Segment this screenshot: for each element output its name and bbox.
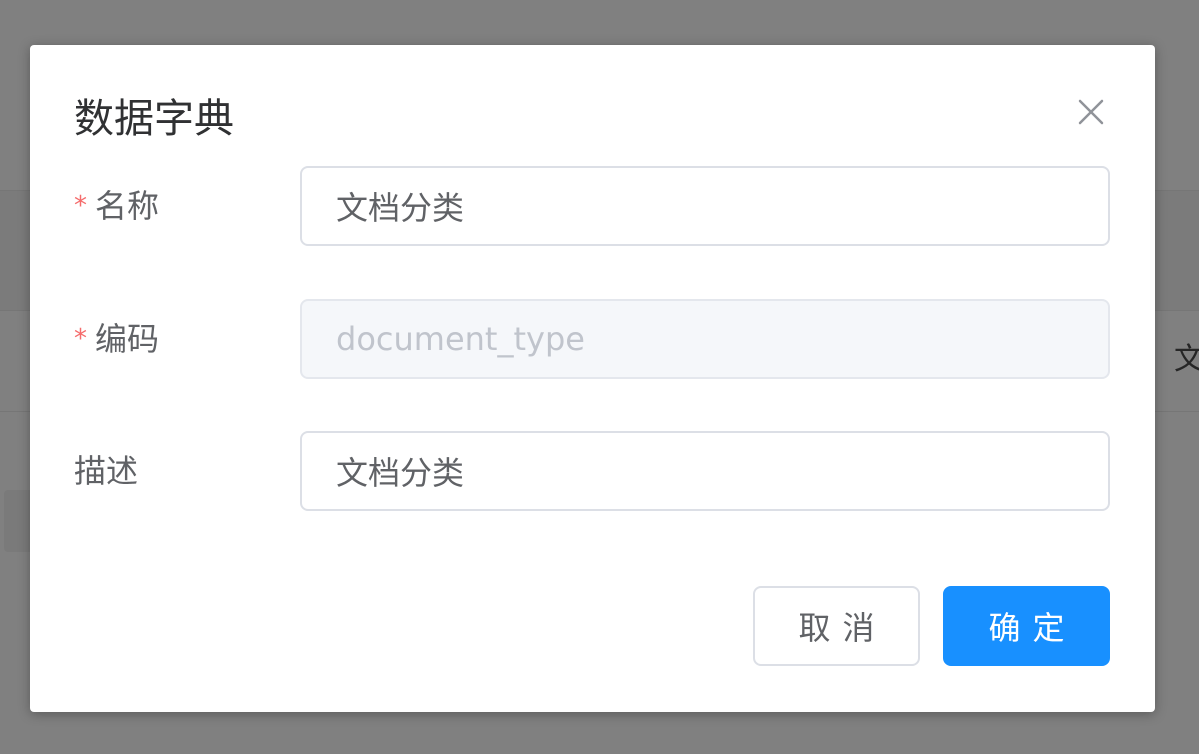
description-label: 描述 [74,451,138,491]
name-label: * 名称 [74,186,159,229]
code-label: * 编码 [74,319,159,362]
required-mark: * [74,191,87,221]
confirm-button[interactable]: 确定 [943,586,1110,666]
code-input [300,299,1110,379]
name-label-text: 名称 [95,187,160,225]
dialog-title: 数据字典 [74,96,234,142]
background-cell-text: 文 [1174,342,1199,377]
close-icon [1078,99,1104,125]
description-input[interactable] [300,431,1110,511]
description-label-text: 描述 [74,452,139,490]
code-label-text: 编码 [95,320,160,358]
name-input[interactable] [300,166,1110,246]
required-mark: * [74,324,87,354]
data-dictionary-dialog: 数据字典 * 名称 * 编码 描述 取消 确定 [30,45,1155,712]
cancel-button[interactable]: 取消 [753,586,920,666]
close-button[interactable] [1074,95,1108,129]
